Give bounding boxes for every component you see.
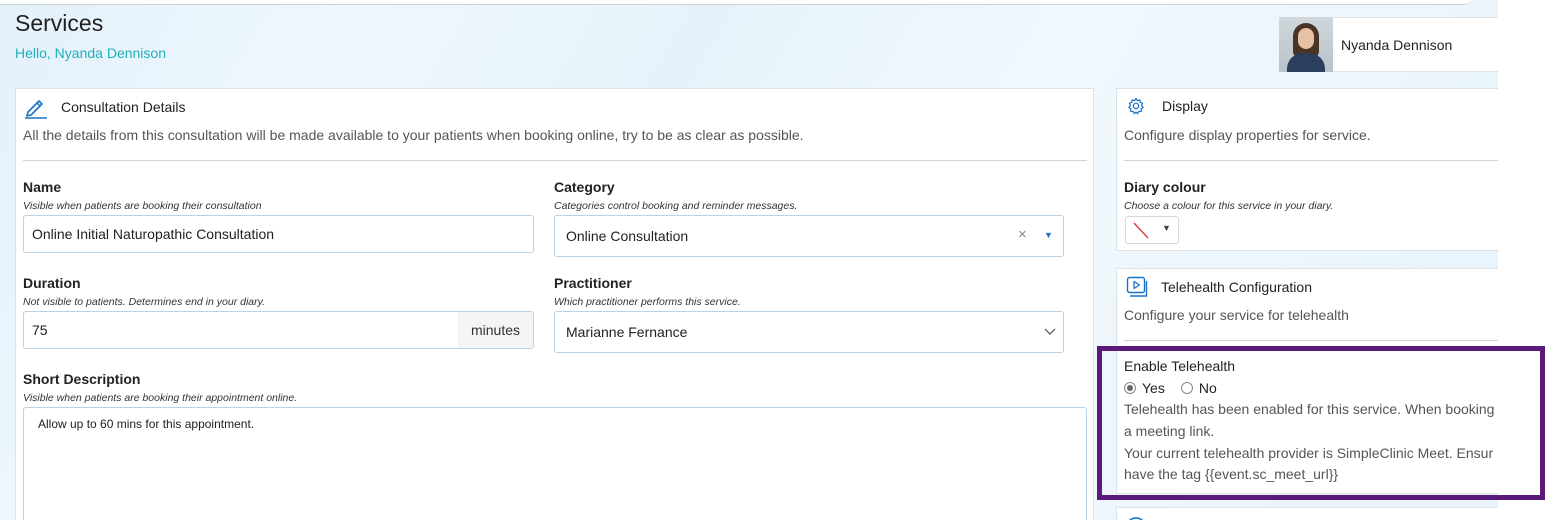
no-colour-swatch-icon (1132, 222, 1150, 239)
practitioner-label: Practitioner (554, 275, 632, 291)
duration-hint: Not visible to patients. Determines end … (23, 296, 266, 308)
telehealth-header: Telehealth Configuration (1125, 275, 1312, 299)
user-name: Nyanda Dennison (1341, 36, 1453, 53)
display-header: Display (1127, 97, 1208, 115)
category-hint: Categories control booking and reminder … (554, 200, 798, 212)
consultation-header: Consultation Details (24, 95, 186, 119)
duration-label: Duration (23, 275, 81, 291)
chevron-down-icon[interactable]: ▼ (1044, 230, 1053, 240)
short-description-label: Short Description (23, 371, 141, 387)
telehealth-info-line: have the tag {{event.sc_meet_url}} (1124, 466, 1339, 482)
chevron-down-icon[interactable] (1043, 325, 1057, 339)
enable-telehealth-label: Enable Telehealth (1124, 358, 1236, 374)
name-input[interactable]: Online Initial Naturopathic Consultation (23, 215, 534, 253)
no-radio[interactable] (1180, 382, 1193, 394)
short-description-hint: Visible when patients are booking their … (23, 392, 298, 404)
diary-colour-picker[interactable]: ▼ (1125, 216, 1179, 244)
duration-input[interactable]: 75 (23, 311, 459, 349)
telehealth-card: Telehealth Configuration Configure your … (1116, 268, 1498, 494)
avatar (1279, 16, 1333, 72)
enable-telehealth-radio-group: Yes No (1124, 380, 1217, 396)
telehealth-info-line: Telehealth has been enabled for this ser… (1124, 401, 1495, 417)
yes-radio[interactable] (1124, 382, 1136, 394)
info-circle-icon (1125, 515, 1147, 520)
next-card (1116, 507, 1498, 520)
divider (23, 160, 1087, 161)
telehealth-description: Configure your service for telehealth (1124, 307, 1349, 323)
no-radio-label[interactable]: No (1199, 380, 1217, 396)
chevron-down-icon: ▼ (1162, 223, 1171, 233)
divider (1124, 160, 1498, 161)
yes-radio-label[interactable]: Yes (1142, 380, 1165, 396)
duration-input-value: 75 (32, 322, 48, 338)
telehealth-info-line: a meeting link. (1124, 423, 1215, 439)
display-description: Configure display properties for service… (1124, 127, 1371, 143)
greeting-text: Hello, Nyanda Dennison (15, 45, 166, 61)
clear-icon[interactable]: × (1018, 226, 1027, 243)
name-label: Name (23, 179, 62, 195)
name-hint: Visible when patients are booking their … (23, 200, 262, 212)
top-bar (0, 0, 1470, 5)
short-description-textarea[interactable]: Allow up to 60 mins for this appointment… (23, 407, 1087, 520)
category-label: Category (554, 179, 615, 195)
duration-unit-addon: minutes (458, 311, 534, 349)
display-heading: Display (1162, 98, 1208, 114)
user-menu[interactable]: Nyanda Dennison (1279, 16, 1498, 72)
practitioner-select[interactable]: Marianne Fernance (554, 311, 1064, 353)
diary-colour-label: Diary colour (1124, 179, 1206, 195)
practitioner-hint: Which practitioner performs this service… (554, 296, 741, 308)
practitioner-select-value: Marianne Fernance (566, 324, 688, 340)
video-play-icon (1125, 275, 1149, 299)
telehealth-heading: Telehealth Configuration (1161, 279, 1312, 295)
consultation-heading: Consultation Details (61, 99, 186, 115)
consultation-description: All the details from this consultation w… (23, 127, 804, 143)
name-input-value: Online Initial Naturopathic Consultation (32, 226, 275, 242)
divider (1124, 340, 1498, 341)
display-card: Display Configure display properties for… (1116, 88, 1498, 251)
category-select[interactable]: Online Consultation × ▼ (554, 215, 1064, 257)
diary-colour-hint: Choose a colour for this service in your… (1124, 200, 1334, 212)
short-description-value: Allow up to 60 mins for this appointment… (38, 417, 255, 431)
telehealth-info-line: Your current telehealth provider is Simp… (1124, 445, 1494, 461)
pencil-icon (24, 95, 48, 119)
services-page: Services Hello, Nyanda Dennison Nyanda D… (0, 0, 1498, 520)
category-select-value: Online Consultation (566, 228, 689, 244)
page-title: Services (15, 10, 104, 36)
consultation-details-card: Consultation Details All the details fro… (15, 88, 1094, 520)
gear-icon (1127, 97, 1145, 115)
